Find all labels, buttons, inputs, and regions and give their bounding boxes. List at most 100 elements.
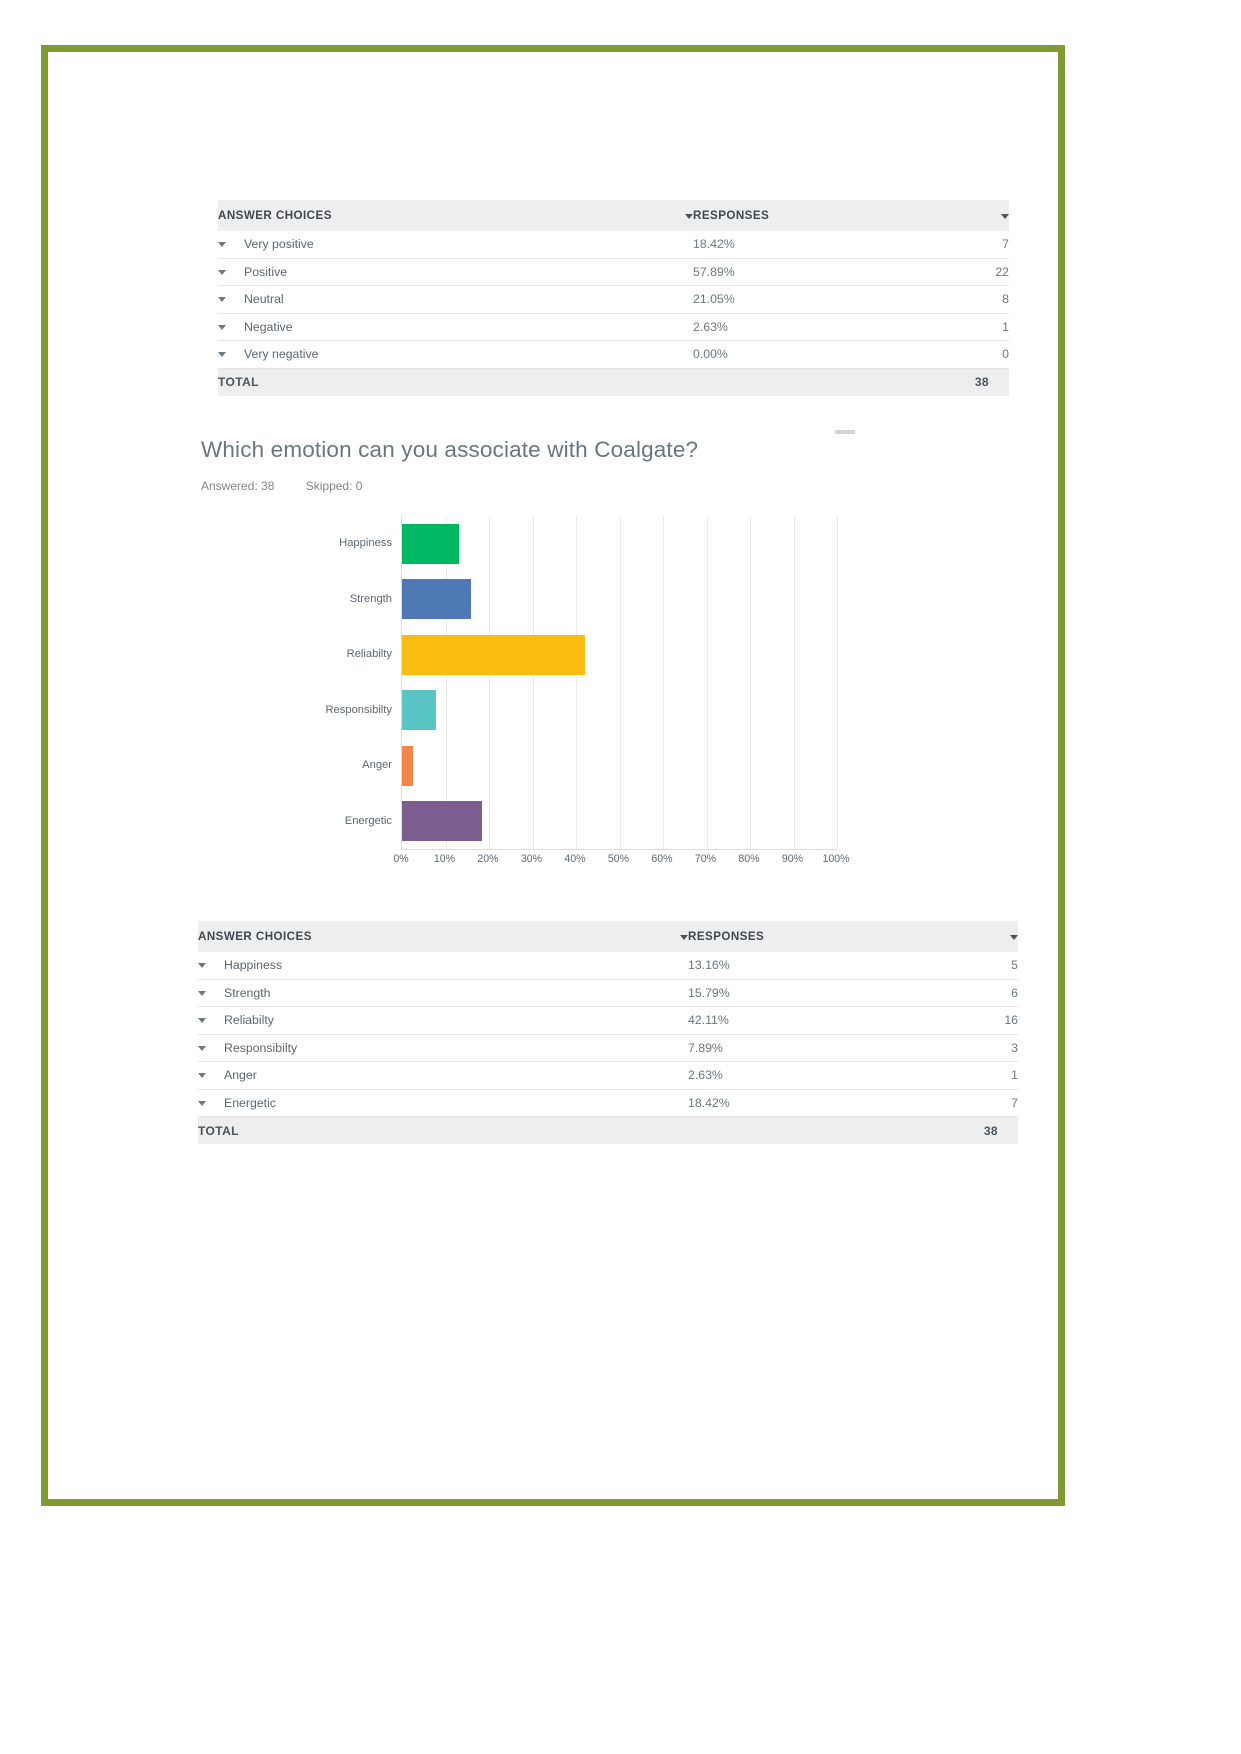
spacer-cell — [688, 1116, 910, 1144]
responses-sort-caret[interactable] — [908, 200, 1009, 231]
answer-choice-label: Responsibilty — [224, 1034, 668, 1062]
chevron-down-icon — [680, 935, 688, 940]
response-count: 16 — [910, 1006, 1018, 1035]
chart-x-tick-label: 0% — [393, 853, 409, 865]
response-count: 8 — [908, 285, 1009, 314]
chart-bar-row: Energetic — [345, 794, 837, 850]
skipped-count: Skipped: 0 — [305, 479, 363, 493]
total-value: 38 — [908, 368, 1009, 396]
answer-choices-sort-caret[interactable] — [673, 200, 693, 231]
chart-bar[interactable] — [402, 579, 471, 620]
chevron-down-icon — [218, 269, 226, 275]
chart-bar[interactable] — [402, 634, 586, 675]
chevron-down-icon — [1001, 214, 1009, 219]
drag-handle-icon[interactable] — [835, 430, 855, 434]
table-row: Negative 2.63% 1 — [218, 313, 1009, 341]
table-row: Energetic 18.42% 7 — [198, 1089, 1018, 1117]
row-expand-toggle[interactable] — [218, 340, 244, 369]
table-header-row: ANSWER CHOICES RESPONSES — [218, 200, 1009, 231]
survey-results-content: ANSWER CHOICES RESPONSES Very positive 18.4… — [56, 60, 1050, 1491]
chart-bar-row: Responsibilty — [325, 683, 837, 739]
table-row: Very positive 18.42% 7 — [218, 231, 1009, 259]
response-count: 0 — [908, 340, 1009, 369]
chart-x-tick-label: 40% — [564, 853, 586, 865]
spacer-cell — [673, 368, 693, 396]
spacer-cell — [673, 258, 693, 286]
answer-choice-label: Strength — [224, 979, 668, 1007]
response-count: 7 — [910, 1089, 1018, 1117]
spacer-cell — [668, 1061, 688, 1090]
table-row: Anger 2.63% 1 — [198, 1061, 1018, 1090]
chart-x-tick-label: 20% — [477, 853, 499, 865]
chevron-down-icon — [685, 214, 693, 219]
column-header-answer-choices: ANSWER CHOICES — [198, 921, 668, 952]
response-percent: 21.05% — [693, 285, 908, 314]
chart-category-label: Reliabilty — [346, 648, 392, 661]
response-percent: 18.42% — [688, 1089, 910, 1117]
row-expand-toggle[interactable] — [218, 231, 244, 259]
chevron-down-icon — [218, 324, 226, 330]
answer-choice-label: Reliabilty — [224, 1006, 668, 1035]
question-title: Which emotion can you associate with Coa… — [201, 437, 699, 462]
response-percent: 7.89% — [688, 1034, 910, 1062]
chart-category-label: Anger — [362, 759, 392, 772]
chart-bar[interactable] — [402, 523, 460, 564]
chart-category-label: Happiness — [339, 537, 392, 550]
chart-bar-row: Reliabilty — [347, 627, 837, 683]
row-expand-toggle[interactable] — [218, 313, 244, 341]
chevron-down-icon — [198, 1073, 206, 1079]
answer-choice-label: Very positive — [244, 231, 673, 259]
chevron-down-icon — [218, 352, 226, 358]
spacer-cell — [668, 1089, 688, 1117]
chart-bar[interactable] — [402, 745, 414, 786]
chevron-down-icon — [198, 1018, 206, 1024]
table-row: Responsibilty 7.89% 3 — [198, 1034, 1018, 1062]
row-expand-toggle[interactable] — [198, 952, 224, 980]
table-row: Reliabilty 42.11% 16 — [198, 1006, 1018, 1035]
answer-choice-label: Anger — [224, 1061, 668, 1090]
response-count: 5 — [910, 952, 1018, 980]
chart-x-axis: 0% 10% 20% 30% 40% 50% 60% 70% 80% 90% 100% — [393, 853, 849, 873]
row-expand-toggle[interactable] — [198, 1061, 224, 1090]
spacer-cell — [673, 285, 693, 314]
response-percent: 57.89% — [693, 258, 908, 286]
answer-choice-label: Very negative — [244, 340, 673, 369]
response-count: 3 — [910, 1034, 1018, 1062]
responses-sort-caret[interactable] — [910, 921, 1018, 952]
row-expand-toggle[interactable] — [218, 258, 244, 286]
spacer-cell — [668, 952, 688, 980]
response-percent: 13.16% — [688, 952, 910, 980]
row-expand-toggle[interactable] — [198, 1089, 224, 1117]
question-response-meta: Answered: 38 Skipped: 0 — [201, 479, 362, 493]
response-percent: 0.00% — [693, 340, 908, 369]
chart-x-tick-label: 70% — [694, 853, 717, 865]
chart-x-tick-label: 10% — [433, 853, 456, 865]
row-expand-toggle[interactable] — [198, 979, 224, 1007]
chart-bar-row: Strength — [350, 572, 837, 628]
total-value: 38 — [910, 1116, 1018, 1144]
document-page-frame: ANSWER CHOICES RESPONSES Very positive 18.4… — [41, 45, 1065, 1506]
row-expand-toggle[interactable] — [198, 1034, 224, 1062]
table-row: Happiness 13.16% 5 — [198, 952, 1018, 980]
answer-choice-label: Negative — [244, 313, 673, 341]
chart-x-tick-label: 100% — [822, 853, 850, 865]
sentiment-answer-table: ANSWER CHOICES RESPONSES Very positive 18.4… — [218, 200, 1009, 396]
chart-category-label: Responsibilty — [325, 703, 392, 716]
chart-bar-row: Anger — [362, 738, 837, 794]
response-count: 7 — [908, 231, 1009, 259]
chart-bar[interactable] — [402, 690, 437, 731]
response-percent: 42.11% — [688, 1006, 910, 1035]
spacer-cell — [673, 313, 693, 341]
row-expand-toggle[interactable] — [218, 285, 244, 314]
chart-bar-row: Happiness — [339, 516, 837, 572]
column-header-responses: RESPONSES — [693, 200, 908, 231]
answer-choices-sort-caret[interactable] — [668, 921, 688, 952]
chevron-down-icon — [1010, 935, 1018, 940]
spacer-cell — [668, 979, 688, 1007]
chart-bar[interactable] — [402, 801, 483, 842]
spacer-cell — [673, 340, 693, 369]
column-header-responses: RESPONSES — [688, 921, 910, 952]
spacer-cell — [668, 1116, 688, 1144]
row-expand-toggle[interactable] — [198, 1006, 224, 1035]
response-percent: 2.63% — [688, 1061, 910, 1090]
